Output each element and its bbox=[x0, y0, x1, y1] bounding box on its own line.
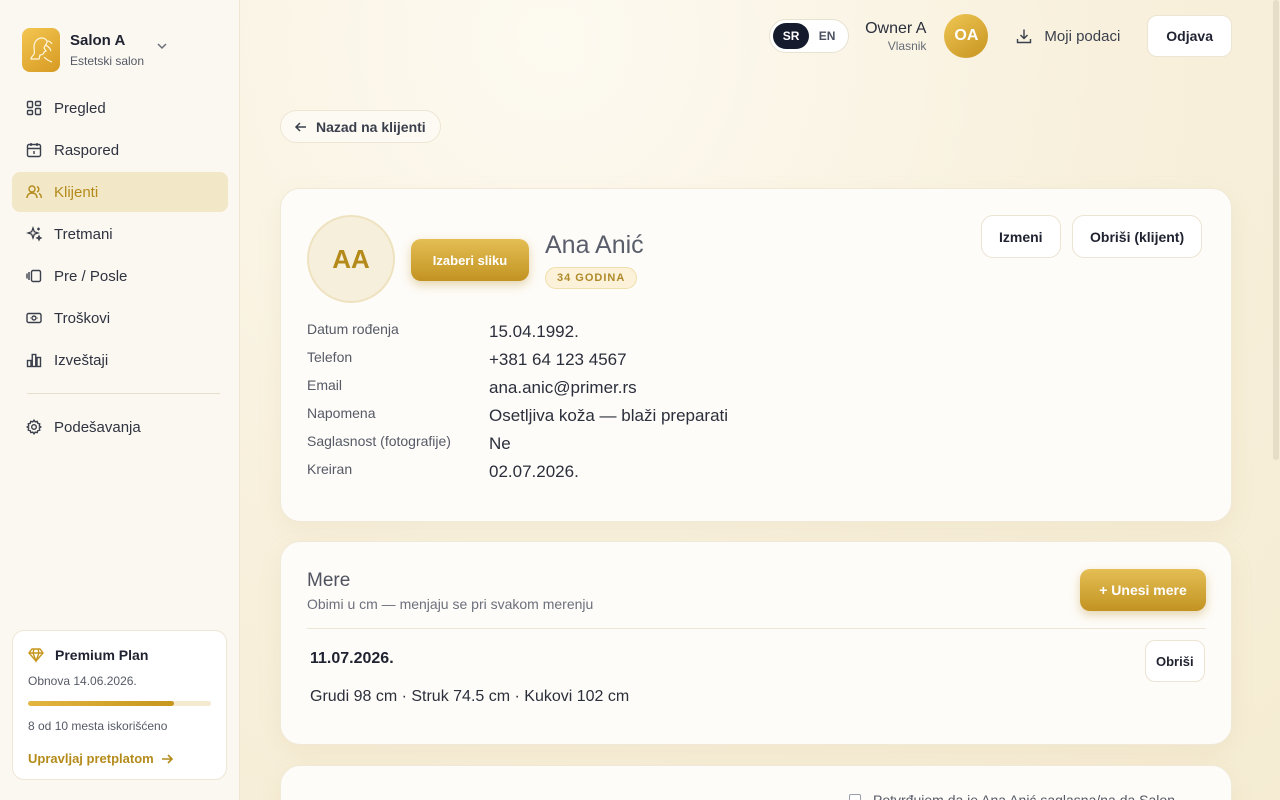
detail-row-email: Email ana.anic@primer.rs bbox=[307, 377, 907, 405]
age-badge: 34 GODINA bbox=[545, 267, 638, 289]
detail-label: Napomena bbox=[307, 405, 376, 421]
detail-value: +381 64 123 4567 bbox=[489, 350, 627, 369]
detail-row-note: Napomena Osetljiva koža — blaži preparat… bbox=[307, 405, 907, 433]
calendar-icon bbox=[26, 142, 42, 158]
arrow-left-icon bbox=[294, 120, 308, 134]
chevron-down-icon[interactable] bbox=[156, 40, 168, 52]
users-icon bbox=[26, 184, 42, 200]
sidebar-item-label: Podešavanja bbox=[54, 418, 141, 436]
sidebar-item-podesavanja[interactable]: Podešavanja bbox=[12, 407, 228, 447]
photo-consent-checkbox[interactable]: Potvrđujem da je Ana Anić saglasna/na da… bbox=[849, 792, 1175, 800]
detail-value: ana.anic@primer.rs bbox=[489, 378, 637, 397]
detail-label: Telefon bbox=[307, 349, 353, 365]
gear-icon bbox=[26, 419, 42, 435]
sidebar-item-label: Izveštaji bbox=[54, 351, 109, 369]
choose-photo-button[interactable]: Izaberi sliku bbox=[411, 239, 529, 281]
detail-value: 02.07.2026. bbox=[489, 462, 579, 481]
back-label: Nazad na klijenti bbox=[316, 118, 426, 135]
consent-text: Potvrđujem da je Ana Anić saglasna/na da… bbox=[873, 792, 1175, 800]
sidebar-item-label: Troškovi bbox=[54, 309, 111, 327]
sidebar-item-label: Raspored bbox=[54, 141, 120, 159]
detail-value: 15.04.1992. bbox=[489, 322, 579, 341]
sidebar-item-tretmani[interactable]: Tretmani bbox=[12, 214, 228, 254]
plan-title: Premium Plan bbox=[55, 647, 149, 663]
manage-subscription-label: Upravljaj pretplatom bbox=[28, 751, 154, 766]
edit-client-button[interactable]: Izmeni bbox=[981, 215, 1061, 258]
consent-card: Potvrđujem da je Ana Anić saglasna/na da… bbox=[280, 765, 1232, 800]
brand-switcher[interactable]: Salon A Estetski salon bbox=[22, 28, 144, 72]
sidebar-item-pregled[interactable]: Pregled bbox=[12, 88, 228, 128]
add-measures-button[interactable]: + Unesi mere bbox=[1080, 569, 1206, 611]
sparkles-icon bbox=[26, 226, 42, 242]
plan-usage-text: 8 od 10 mesta iskorišćeno bbox=[28, 719, 168, 733]
manage-subscription-link[interactable]: Upravljaj pretplatom bbox=[28, 751, 211, 766]
my-data-label: Moji podaci bbox=[1044, 27, 1121, 45]
measures-subtitle: Obimi u cm — menjaju se pri svakom meren… bbox=[307, 596, 594, 612]
client-name: Ana Anić bbox=[545, 231, 644, 259]
measures-title: Mere bbox=[307, 570, 351, 591]
client-profile-card: AA Izaberi sliku Ana Anić 34 GODINA Izme… bbox=[280, 188, 1232, 522]
scrollbar[interactable] bbox=[1272, 0, 1280, 800]
sidebar-nav: Pregled Raspored Klijenti Tretmani Pre /… bbox=[12, 88, 228, 382]
my-data-button[interactable]: Moji podaci bbox=[1016, 28, 1120, 45]
diamond-icon bbox=[28, 647, 44, 663]
bar-chart-icon bbox=[26, 352, 42, 368]
client-details: Datum rođenja 15.04.1992. Telefon +381 6… bbox=[307, 321, 907, 489]
nav-divider bbox=[27, 393, 220, 394]
plan-renewal: Obnova 14.06.2026. bbox=[28, 674, 137, 688]
sidebar-item-pre-posle[interactable]: Pre / Posle bbox=[12, 256, 228, 296]
sidebar-item-klijenti[interactable]: Klijenti bbox=[12, 172, 228, 212]
brand-subtitle: Estetski salon bbox=[70, 54, 145, 68]
logout-button[interactable]: Odjava bbox=[1147, 15, 1232, 57]
user-name: Owner A bbox=[865, 19, 927, 37]
brand-name: Salon A bbox=[70, 32, 126, 49]
plan-card: Premium Plan Obnova 14.06.2026. 8 od 10 … bbox=[12, 630, 227, 780]
language-switcher: SR EN bbox=[769, 19, 850, 53]
detail-label: Email bbox=[307, 377, 343, 393]
download-icon bbox=[1016, 28, 1032, 44]
delete-measure-button[interactable]: Obriši bbox=[1145, 640, 1205, 682]
detail-label: Kreiran bbox=[307, 461, 353, 477]
sidebar-item-izvestaji[interactable]: Izveštaji bbox=[12, 340, 228, 380]
client-avatar: AA bbox=[307, 215, 395, 303]
main-content: SR EN Owner A Vlasnik OA Moji podaci Odj… bbox=[240, 0, 1280, 800]
detail-row-photo-consent: Saglasnost (fotografije) Ne bbox=[307, 433, 907, 461]
sidebar-item-label: Tretmani bbox=[54, 225, 113, 243]
detail-row-phone: Telefon +381 64 123 4567 bbox=[307, 349, 907, 377]
detail-row-created: Kreiran 02.07.2026. bbox=[307, 461, 907, 489]
sidebar: Salon A Estetski salon Pregled Raspored … bbox=[0, 0, 240, 800]
user-info: Owner A Vlasnik bbox=[865, 20, 926, 53]
plan-usage-bar bbox=[28, 701, 211, 706]
salon-logo-icon bbox=[22, 28, 60, 72]
topbar: SR EN Owner A Vlasnik OA Moji podaci Odj… bbox=[769, 14, 1232, 58]
sidebar-item-label: Klijenti bbox=[54, 183, 99, 201]
detail-label: Saglasnost (fotografije) bbox=[307, 433, 451, 449]
scrollbar-thumb[interactable] bbox=[1273, 0, 1279, 460]
sidebar-item-label: Pre / Posle bbox=[54, 267, 128, 285]
back-to-clients-button[interactable]: Nazad na klijenti bbox=[280, 110, 441, 143]
cash-icon bbox=[26, 310, 42, 326]
detail-value: Ne bbox=[489, 434, 511, 453]
before-after-icon bbox=[26, 268, 42, 284]
measures-divider bbox=[307, 628, 1206, 629]
lang-en-button[interactable]: EN bbox=[809, 23, 845, 49]
user-role: Vlasnik bbox=[887, 38, 927, 53]
dashboard-icon bbox=[26, 100, 42, 116]
checkbox-box[interactable] bbox=[849, 794, 861, 800]
measure-date: 11.07.2026. bbox=[310, 650, 394, 667]
delete-client-button[interactable]: Obriši (klijent) bbox=[1072, 215, 1203, 258]
detail-label: Datum rođenja bbox=[307, 321, 399, 337]
measure-values: Grudi 98 cm · Struk 74.5 cm · Kukovi 102… bbox=[310, 688, 630, 705]
sidebar-item-raspored[interactable]: Raspored bbox=[12, 130, 228, 170]
arrow-right-icon bbox=[160, 752, 174, 766]
plan-usage-fill bbox=[28, 701, 175, 706]
avatar[interactable]: OA bbox=[944, 14, 989, 58]
detail-row-birthdate: Datum rođenja 15.04.1992. bbox=[307, 321, 907, 349]
detail-value: Osetljiva koža — blaži preparati bbox=[489, 406, 729, 425]
sidebar-item-label: Pregled bbox=[54, 99, 106, 117]
sidebar-item-troskovi[interactable]: Troškovi bbox=[12, 298, 228, 338]
lang-sr-button[interactable]: SR bbox=[773, 23, 810, 49]
measures-card: Mere Obimi u cm — menjaju se pri svakom … bbox=[280, 541, 1232, 745]
